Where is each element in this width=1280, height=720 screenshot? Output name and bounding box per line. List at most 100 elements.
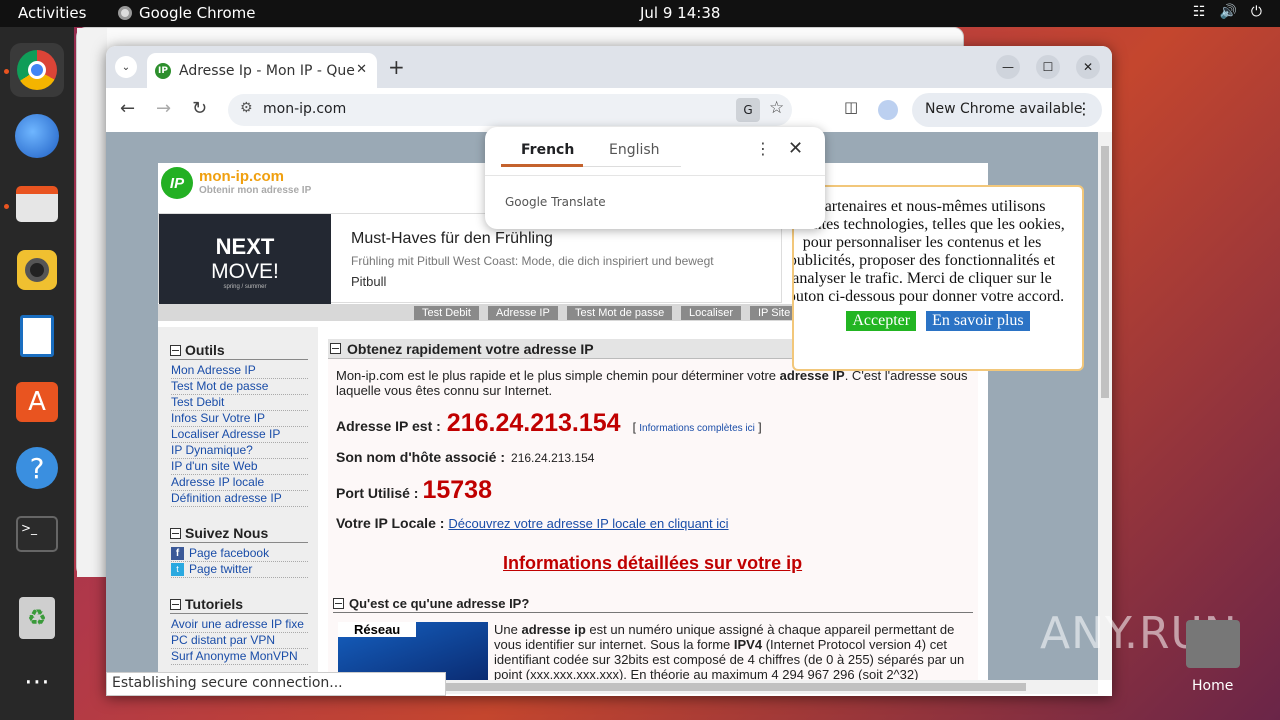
translate-icon[interactable]: G: [736, 98, 760, 122]
vertical-scrollbar[interactable]: [1098, 132, 1112, 680]
chrome-icon[interactable]: [10, 43, 64, 97]
facebook-link[interactable]: f Page facebook: [171, 546, 308, 562]
close-window-button[interactable]: ✕: [1076, 55, 1100, 79]
learn-more-button[interactable]: En savoir plus: [926, 311, 1030, 331]
sidebar-link[interactable]: Localiser Adresse IP: [171, 427, 308, 443]
software-icon[interactable]: A: [10, 375, 64, 429]
activities-button[interactable]: Activities: [18, 4, 86, 22]
nav-test-mot-de-passe[interactable]: Test Mot de passe: [567, 306, 673, 320]
app-name: Google Chrome: [139, 4, 256, 22]
question-text: Une adresse ip est un numéro unique assi…: [494, 622, 965, 680]
collapse-icon[interactable]: [170, 527, 181, 539]
bookmark-star-icon[interactable]: ☆: [769, 98, 784, 118]
rhythmbox-icon[interactable]: [10, 243, 64, 297]
close-tab-icon[interactable]: ✕: [356, 62, 367, 77]
cookie-text: os partenaires et nous-mêmes utilisons i…: [792, 198, 1065, 305]
horizontal-scrollbar[interactable]: [436, 680, 1098, 694]
cookie-consent-dialog: os partenaires et nous-mêmes utilisons i…: [792, 185, 1084, 371]
new-chrome-label: New Chrome available: [925, 101, 1083, 117]
info-complete-link[interactable]: Informations complètes ici: [639, 423, 755, 434]
new-tab-button[interactable]: +: [388, 55, 405, 79]
sidebar-link[interactable]: Définition adresse IP: [171, 491, 308, 507]
status-bar: Establishing secure connection...: [106, 672, 446, 696]
files-icon[interactable]: [10, 177, 64, 231]
sidebar-link[interactable]: Adresse IP locale: [171, 475, 308, 491]
tutoriels-heading: Tutoriels: [170, 596, 308, 614]
tab-search-button[interactable]: ⌄: [115, 56, 137, 78]
ad-title[interactable]: Must-Haves für den Frühling: [351, 230, 553, 248]
google-translate-brand: Google Translate: [505, 195, 606, 209]
url-text[interactable]: mon-ip.com: [263, 101, 346, 117]
twitter-link[interactable]: t Page twitter: [171, 562, 308, 578]
host-value: 216.24.213.154: [511, 451, 595, 465]
tab-french[interactable]: French: [521, 142, 574, 158]
sidebar-link[interactable]: IP Dynamique?: [171, 443, 308, 459]
sidebar-link[interactable]: Test Debit: [171, 395, 308, 411]
nav-ip-site[interactable]: IP Site: [750, 306, 799, 320]
forward-icon[interactable]: →: [156, 98, 171, 119]
tab-active[interactable]: IP Adresse Ip - Mon IP - Que ✕: [147, 53, 377, 88]
volume-icon: 🔊: [1219, 4, 1237, 20]
reload-icon[interactable]: ↻: [192, 98, 207, 119]
ad-image-line3: spring / summer: [223, 284, 267, 290]
maximize-button[interactable]: ☐: [1036, 55, 1060, 79]
port-label: Port Utilisé :: [336, 485, 419, 501]
top-bar: Activities Google Chrome Jul 9 14:38 ☷ 🔊…: [0, 0, 1280, 27]
ip-value[interactable]: 216.24.213.154: [447, 409, 621, 438]
site-info-icon[interactable]: ⚙: [240, 100, 253, 116]
site-favicon: IP: [155, 62, 171, 79]
trash-icon[interactable]: ♻: [10, 591, 64, 645]
terminal-icon[interactable]: >_: [10, 507, 64, 561]
power-icon: ⏻: [1250, 4, 1262, 20]
collapse-icon[interactable]: [170, 344, 181, 356]
twitter-icon: t: [171, 563, 184, 576]
chrome-small-icon: [118, 6, 132, 20]
ip-row: Adresse IP est : 216.24.213.154 [ Inform…: [336, 409, 762, 438]
clock[interactable]: Jul 9 14:38: [640, 4, 720, 22]
collapse-icon[interactable]: [330, 343, 341, 354]
ad-image[interactable]: NEXT MOVE! spring / summer: [159, 214, 331, 304]
home-folder-icon[interactable]: [1186, 620, 1240, 670]
details-link[interactable]: Informations détaillées sur votre ip: [503, 553, 802, 574]
tab-title: Adresse Ip - Mon IP - Que: [179, 62, 355, 79]
nav-test-debit[interactable]: Test Debit: [414, 306, 479, 320]
local-ip-link[interactable]: Découvrez votre adresse IP locale en cli…: [448, 516, 728, 531]
sidebar-link[interactable]: IP d'un site Web: [171, 459, 308, 475]
sidebar-link[interactable]: Avoir une adresse IP fixe: [171, 617, 308, 633]
local-label: Votre IP Locale :: [336, 515, 445, 531]
thunderbird-icon[interactable]: [10, 109, 64, 163]
accept-button[interactable]: Accepter: [846, 311, 917, 331]
writer-icon[interactable]: [10, 309, 64, 363]
translate-close-icon[interactable]: ✕: [788, 138, 803, 159]
new-chrome-available-button[interactable]: New Chrome available ⋮: [912, 93, 1102, 127]
help-icon[interactable]: ?: [10, 441, 64, 495]
minimize-button[interactable]: —: [996, 55, 1020, 79]
system-tray[interactable]: ☷ 🔊 ⏻: [1193, 4, 1262, 20]
translate-options-icon[interactable]: ⋮: [755, 139, 771, 158]
sidebar-link[interactable]: Infos Sur Votre IP: [171, 411, 308, 427]
collapse-icon[interactable]: [170, 598, 181, 610]
side-panel-icon[interactable]: ◫: [844, 98, 858, 116]
nav-adresse-ip[interactable]: Adresse IP: [488, 306, 558, 320]
sidebar-link[interactable]: PC distant par VPN: [171, 633, 308, 649]
sidebar-link[interactable]: Mon Adresse IP: [171, 363, 308, 379]
site-name[interactable]: mon-ip.com: [199, 168, 284, 185]
address-bar[interactable]: ⚙ mon-ip.com G ☆: [228, 94, 792, 126]
host-label: Son nom d'hôte associé :: [336, 449, 506, 465]
nav-localiser[interactable]: Localiser: [681, 306, 742, 320]
tab-english[interactable]: English: [609, 142, 660, 158]
back-icon[interactable]: ←: [120, 98, 135, 119]
facebook-icon: f: [171, 547, 184, 560]
ad-description: Frühling mit Pitbull West Coast: Mode, d…: [351, 254, 714, 268]
app-menu[interactable]: Google Chrome: [118, 4, 256, 22]
sidebar-link[interactable]: Surf Anonyme MonVPN: [171, 649, 308, 665]
collapse-icon[interactable]: [333, 598, 344, 609]
apps-grid-icon[interactable]: ⋯: [10, 655, 64, 709]
tab-strip: ⌄ IP Adresse Ip - Mon IP - Que ✕ + — ☐ ✕: [106, 46, 1112, 88]
chrome-menu-icon[interactable]: ⋮: [1076, 99, 1092, 118]
translate-popup: French English ⋮ ✕ Google Translate: [485, 127, 825, 229]
site-logo[interactable]: IP: [161, 167, 193, 199]
sidebar-link[interactable]: Test Mot de passe: [171, 379, 308, 395]
network-image-label: Réseau: [338, 622, 416, 637]
profile-icon[interactable]: [878, 100, 898, 120]
